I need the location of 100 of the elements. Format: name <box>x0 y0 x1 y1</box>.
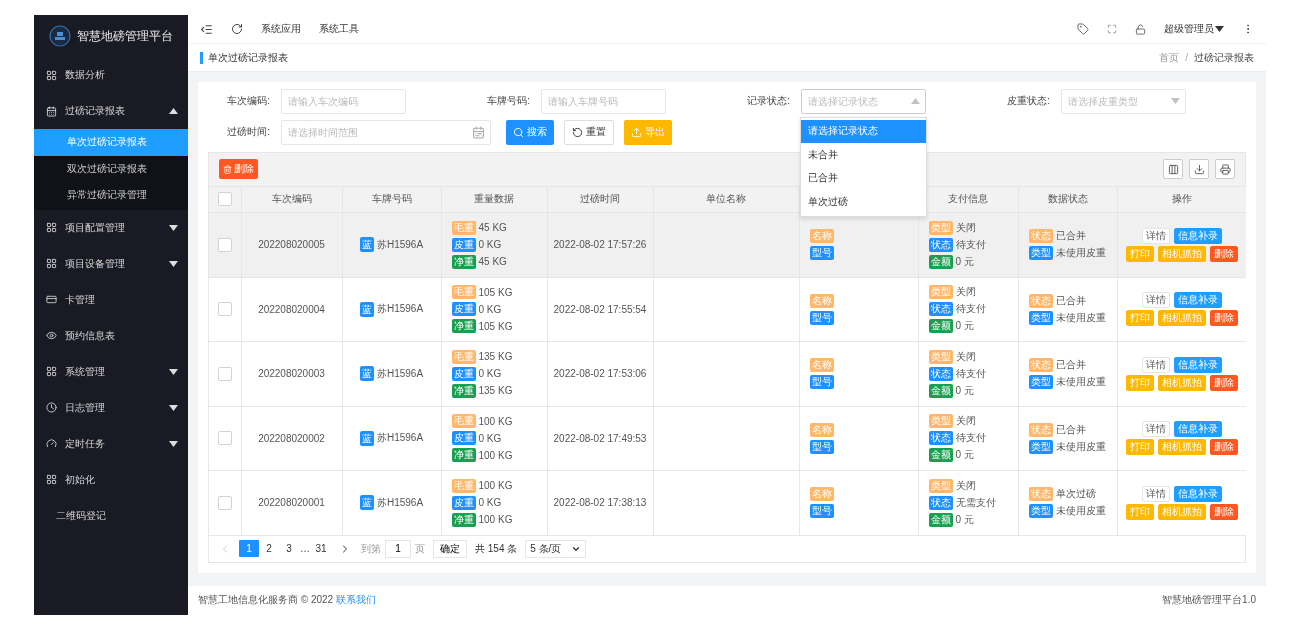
action-button[interactable]: 详情 <box>1141 356 1170 373</box>
submenu-item[interactable]: 异常过磅记录管理 <box>34 182 188 209</box>
sidebar-item[interactable]: 系统管理 <box>34 353 188 390</box>
search-icon <box>513 126 524 138</box>
table-row[interactable]: 202208020004 蓝 苏H1596A 毛重 105 KG 皮重 0 KG 净重 105 KG 2022-08-02 17:55:54 名称 型号 类型 关闭 状态 待支付 金额 0 元 状态 已合并 类型 未使用皮重 详情 信息补录 打印 相机抓拍 删除 <box>209 277 1246 342</box>
tag-value: 未使用皮重 <box>1055 375 1106 390</box>
sidebar-item[interactable]: 二维码登记 <box>34 497 188 534</box>
sidebar-item[interactable]: 卡管理 <box>34 281 188 318</box>
tag-value: 已合并 <box>1055 293 1086 308</box>
caret-icon <box>1215 26 1224 33</box>
caret-icon <box>911 98 920 105</box>
table-row[interactable]: 202208020005 蓝 苏H1596A 毛重 45 KG 皮重 0 KG 净重 45 KG 2022-08-02 17:57:26 名称 型号 类型 关闭 状态 待支付 金额 0 元 状态 已合并 类型 未使用皮重 详情 信息补录 打印 相机抓拍 删除 <box>209 212 1246 278</box>
tag-label: 型号 <box>809 310 834 325</box>
sidebar-item[interactable]: 初始化 <box>34 461 188 498</box>
plate-color-tag: 蓝 <box>359 366 374 382</box>
tag-icon[interactable] <box>1077 23 1089 36</box>
export-button[interactable] <box>1189 159 1209 180</box>
select-field[interactable]: 请选择记录状态 <box>801 88 926 114</box>
tag-value: 0 元 <box>955 319 974 334</box>
menu-icon[interactable] <box>200 22 213 36</box>
sidebar-item[interactable]: 项目设备管理 <box>34 245 188 282</box>
tag-label: 金额 <box>928 254 953 269</box>
checkbox[interactable] <box>217 237 232 252</box>
column-header: 过磅时间 <box>547 186 653 213</box>
tag-value: 45 KG <box>478 256 507 268</box>
checkbox[interactable] <box>217 192 232 207</box>
checkbox[interactable] <box>217 495 232 510</box>
page-size-select[interactable]: 5 条/页 <box>525 539 587 558</box>
breadcrumb-link[interactable]: 过磅记录报表 <box>1194 50 1254 65</box>
refresh-icon[interactable] <box>231 23 243 36</box>
tag-value: 100 KG <box>478 449 513 461</box>
user-menu[interactable]: 超级管理员 <box>1164 22 1224 37</box>
eye-icon <box>46 330 57 342</box>
page-input[interactable]: 1 <box>385 539 411 558</box>
sidebar-item[interactable]: 定时任务 <box>34 425 188 462</box>
checkbox[interactable] <box>217 302 232 317</box>
dropdown-option[interactable]: 单次过磅 <box>801 190 926 214</box>
confirm-button[interactable]: 确定 <box>433 539 467 558</box>
sidebar-item[interactable]: 过磅记录报表 <box>34 93 188 129</box>
tag-value: 待支付 <box>955 366 986 381</box>
sidebar-item[interactable]: 预约信息表 <box>34 317 188 354</box>
checkbox[interactable] <box>217 431 232 446</box>
table-cell: 202208020005 <box>241 212 342 278</box>
table-cell: 202208020002 <box>241 406 342 471</box>
fullscreen-icon[interactable] <box>1107 24 1117 35</box>
input-field[interactable]: 请输入车次编码 <box>281 88 406 114</box>
input-field[interactable]: 请输入车牌号码 <box>541 88 666 114</box>
tag-label: 皮重 <box>451 495 476 510</box>
tag-value: 0 KG <box>478 432 502 444</box>
columns-button[interactable] <box>1163 159 1183 180</box>
nav-link[interactable]: 系统应用 <box>261 22 301 37</box>
table-row[interactable]: 202208020001 蓝 苏H1596A 毛重 100 KG 皮重 0 KG 净重 100 KG 2022-08-02 17:38:13 名称 型号 类型 关闭 状态 无需支付 金额 0 元 状态 单次过磅 类型 未使用皮重 详情 信息补录 打印 相机抓拍 删除 <box>209 470 1246 536</box>
tag-label: 型号 <box>809 375 834 390</box>
tag-label: 类型 <box>1028 310 1053 325</box>
sidebar-item[interactable]: 项目配置管理 <box>34 209 188 246</box>
date-range-field[interactable]: 请选择时间范围 <box>281 119 491 145</box>
tag-label: 名称 <box>809 229 834 244</box>
tag-label: 毛重 <box>451 414 476 429</box>
column-header: 单位名称 <box>653 186 799 213</box>
action-button[interactable]: 详情 <box>1141 227 1170 244</box>
action-button[interactable]: 详情 <box>1141 292 1170 309</box>
calendar-icon <box>46 105 57 117</box>
tag-label: 名称 <box>809 487 834 502</box>
tag-label: 金额 <box>928 319 953 334</box>
tag-value: 关闭 <box>955 220 976 235</box>
tag-label: 净重 <box>451 383 476 398</box>
field-label: 皮重状态: <box>1006 94 1050 109</box>
dropdown-option[interactable]: 未合并 <box>801 143 926 167</box>
dropdown-option[interactable]: 已合并 <box>801 166 926 191</box>
table-row[interactable]: 202208020003 蓝 苏H1596A 毛重 135 KG 皮重 0 KG 净重 135 KG 2022-08-02 17:53:06 名称 型号 类型 关闭 状态 待支付 金额 0 元 状态 已合并 类型 未使用皮重 详情 信息补录 打印 相机抓拍 删除 <box>209 341 1246 407</box>
action-button[interactable]: 详情 <box>1141 421 1170 438</box>
table-cell: 2022-08-02 17:38:13 <box>547 470 653 536</box>
table-row[interactable]: 202208020002 蓝 苏H1596A 毛重 100 KG 皮重 0 KG 净重 100 KG 2022-08-02 17:49:53 名称 型号 类型 关闭 状态 待支付 金额 0 元 状态 已合并 类型 未使用皮重 详情 信息补录 打印 相机抓拍 删除 <box>209 406 1246 471</box>
tag-value: 关闭 <box>955 285 976 300</box>
tag-value: 无需支付 <box>955 495 996 510</box>
tag-label: 类型 <box>928 414 953 429</box>
column-header: 操作 <box>1117 186 1246 213</box>
lock-icon[interactable] <box>1135 23 1146 35</box>
tag-value: 0 KG <box>478 368 502 380</box>
tag-label: 金额 <box>928 383 953 398</box>
page-button[interactable]: 2 <box>259 540 279 558</box>
plate-color-tag: 蓝 <box>359 430 374 446</box>
checkbox[interactable] <box>217 366 232 381</box>
tag-value: 105 KG <box>478 320 513 332</box>
pagination-ellipsis: … <box>300 543 310 555</box>
tag-label: 名称 <box>809 422 834 437</box>
nav-link[interactable]: 系统工具 <box>319 22 359 37</box>
page-button[interactable]: 3 <box>279 540 299 558</box>
tag-value: 已合并 <box>1055 358 1086 373</box>
sidebar-item[interactable]: 数据分析 <box>34 57 188 93</box>
trash-icon <box>223 164 232 174</box>
plate-number: 苏H1596A <box>376 366 424 381</box>
print-button[interactable] <box>1215 159 1235 180</box>
reset-button[interactable]: 重置 <box>564 119 614 145</box>
action-button[interactable]: 详情 <box>1141 485 1170 502</box>
sidebar-item[interactable]: 日志管理 <box>34 389 188 426</box>
tag-value: 已合并 <box>1055 229 1086 244</box>
tag-label: 类型 <box>1028 375 1053 390</box>
submenu-item[interactable]: 双次过磅记录报表 <box>34 155 188 183</box>
page-button[interactable]: 31 <box>311 540 331 558</box>
